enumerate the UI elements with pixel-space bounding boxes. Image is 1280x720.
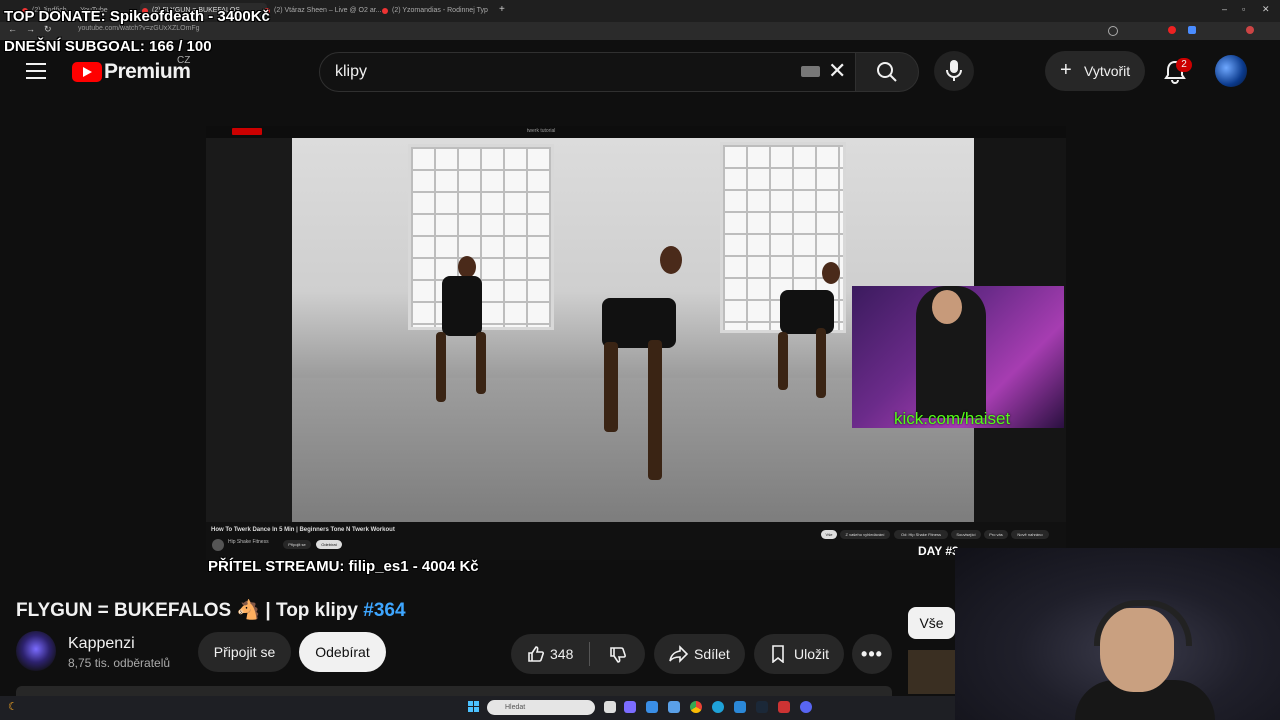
- dislike-icon[interactable]: [609, 646, 627, 664]
- more-icon: •••: [861, 644, 883, 664]
- search-icon: [877, 62, 897, 82]
- url-text[interactable]: youtube.com/watch?v=zGUxXZLOmFg: [78, 25, 200, 32]
- close-icon[interactable]: ✕: [828, 58, 846, 84]
- streamer-webcam-small: [852, 286, 1064, 428]
- video-hashtag[interactable]: #364: [363, 600, 405, 621]
- subscribe-button[interactable]: Odebírat: [299, 632, 386, 672]
- like-count[interactable]: 348: [550, 646, 573, 662]
- plus-icon: +: [1060, 59, 1072, 81]
- app-icon[interactable]: [668, 701, 680, 713]
- maximize-icon[interactable]: ▫: [1242, 4, 1245, 14]
- widgets-icon[interactable]: [624, 701, 636, 713]
- save-label: Uložit: [794, 646, 830, 662]
- tab-label: (2) Vtáraz Sheen – Live @ O2 ar...: [274, 7, 382, 14]
- embedded-join-button: Připojit se: [283, 540, 311, 549]
- kick-link-overlay: kick.com/haiset: [894, 409, 1011, 428]
- steam-icon[interactable]: [756, 701, 768, 713]
- menu-icon[interactable]: [26, 63, 46, 84]
- embedded-channel-name: Hip Shake Fitness: [228, 539, 269, 545]
- extension-icon[interactable]: [1188, 26, 1196, 34]
- discord-icon[interactable]: [800, 701, 812, 713]
- embedded-video-title: How To Twerk Dance In 5 Min | Beginners …: [211, 527, 395, 533]
- extension-icon[interactable]: [1168, 26, 1176, 34]
- save-icon: [772, 645, 784, 663]
- embedded-channel-avatar: [212, 539, 224, 551]
- embedded-chip: Od: Hip Shake Fitness: [894, 530, 948, 539]
- create-label: Vytvořit: [1084, 63, 1131, 79]
- app-icon[interactable]: [734, 701, 746, 713]
- embedded-header: [206, 126, 1066, 138]
- browser-tab[interactable]: (2) Yzomandias - Rodinnej Typ: [380, 3, 504, 19]
- taskbar-search-input[interactable]: Hledat: [487, 700, 595, 715]
- subscriber-count: 8,75 tis. odběratelů: [68, 656, 171, 670]
- embedded-search-text: twerk tutorial: [527, 128, 556, 134]
- embedded-subscribe-button: Odebírat: [316, 540, 342, 549]
- youtube-logo-icon[interactable]: [72, 62, 102, 82]
- embedded-chip: Vše: [821, 530, 837, 539]
- back-icon[interactable]: ←: [8, 24, 17, 34]
- search-input[interactable]: [319, 52, 857, 92]
- browser-extensions: [1108, 26, 1258, 36]
- share-label: Sdílet: [694, 646, 730, 662]
- notification-badge: 2: [1176, 58, 1192, 72]
- channel-avatar[interactable]: [16, 631, 56, 671]
- more-actions-button[interactable]: •••: [852, 634, 892, 674]
- profile-icon[interactable]: [1246, 26, 1254, 34]
- video-title: FLYGUN = BUKEFALOS 🐴 | Top klipy #364: [16, 598, 406, 622]
- zoom-icon[interactable]: [1108, 26, 1118, 36]
- subgoal-overlay: DNEŠNÍ SUBGOAL: 166 / 100: [4, 38, 212, 55]
- embedded-chip: Související: [951, 530, 981, 539]
- share-icon: [669, 645, 689, 663]
- stream-friend-overlay: PŘÍTEL STREAMU: filip_es1 - 4004 Kč: [208, 558, 479, 575]
- forward-icon[interactable]: →: [26, 24, 35, 34]
- top-donate-overlay: TOP DONATE: Spikeofdeath - 3400Kč: [4, 8, 270, 25]
- mic-icon: [946, 60, 962, 81]
- search-query[interactable]: klipy: [335, 63, 367, 81]
- minimize-icon[interactable]: –: [1222, 4, 1227, 14]
- embedded-chip: Nově nahráno: [1011, 530, 1049, 539]
- embedded-day-text: DAY #3: [918, 544, 959, 558]
- like-divider: [589, 642, 590, 666]
- embedded-chip: Z vašeho vyhledávání: [840, 530, 890, 539]
- embedded-left-panel: [206, 138, 292, 522]
- avatar[interactable]: [1215, 55, 1247, 87]
- chip-all[interactable]: Vše: [908, 607, 955, 639]
- window-close-icon[interactable]: ✕: [1262, 4, 1270, 15]
- chrome-icon[interactable]: [690, 701, 702, 713]
- save-button[interactable]: Uložit: [754, 634, 844, 674]
- description-box[interactable]: [16, 686, 892, 696]
- reload-icon[interactable]: ↻: [44, 24, 52, 35]
- channel-name[interactable]: Kappenzi: [68, 635, 135, 653]
- weather-icon[interactable]: ☾: [8, 700, 18, 713]
- recommended-thumbnail[interactable]: [908, 650, 955, 694]
- share-button[interactable]: Sdílet: [654, 634, 745, 674]
- browser-tab[interactable]: (2) Vtáraz Sheen – Live @ O2 ar...: [262, 3, 384, 19]
- video-title-text: FLYGUN = BUKEFALOS 🐴 | Top klipy: [16, 600, 364, 621]
- file-explorer-icon[interactable]: [646, 701, 658, 713]
- edge-icon[interactable]: [712, 701, 724, 713]
- search-button[interactable]: [855, 52, 919, 92]
- streamer-head: [932, 290, 962, 324]
- windows-start-icon[interactable]: [468, 701, 480, 713]
- keyboard-icon[interactable]: [801, 66, 820, 77]
- voice-search-button[interactable]: [934, 51, 974, 91]
- region-code: CZ: [177, 55, 191, 66]
- like-icon[interactable]: [527, 645, 545, 663]
- task-view-icon[interactable]: [604, 701, 616, 713]
- join-button[interactable]: Připojit se: [198, 632, 291, 672]
- tab-label: (2) Yzomandias - Rodinnej Typ: [392, 7, 488, 14]
- new-tab-button[interactable]: +: [499, 4, 505, 15]
- app-icon[interactable]: [778, 701, 790, 713]
- embedded-youtube-logo: [232, 128, 262, 135]
- embedded-chip: Pro vás: [984, 530, 1008, 539]
